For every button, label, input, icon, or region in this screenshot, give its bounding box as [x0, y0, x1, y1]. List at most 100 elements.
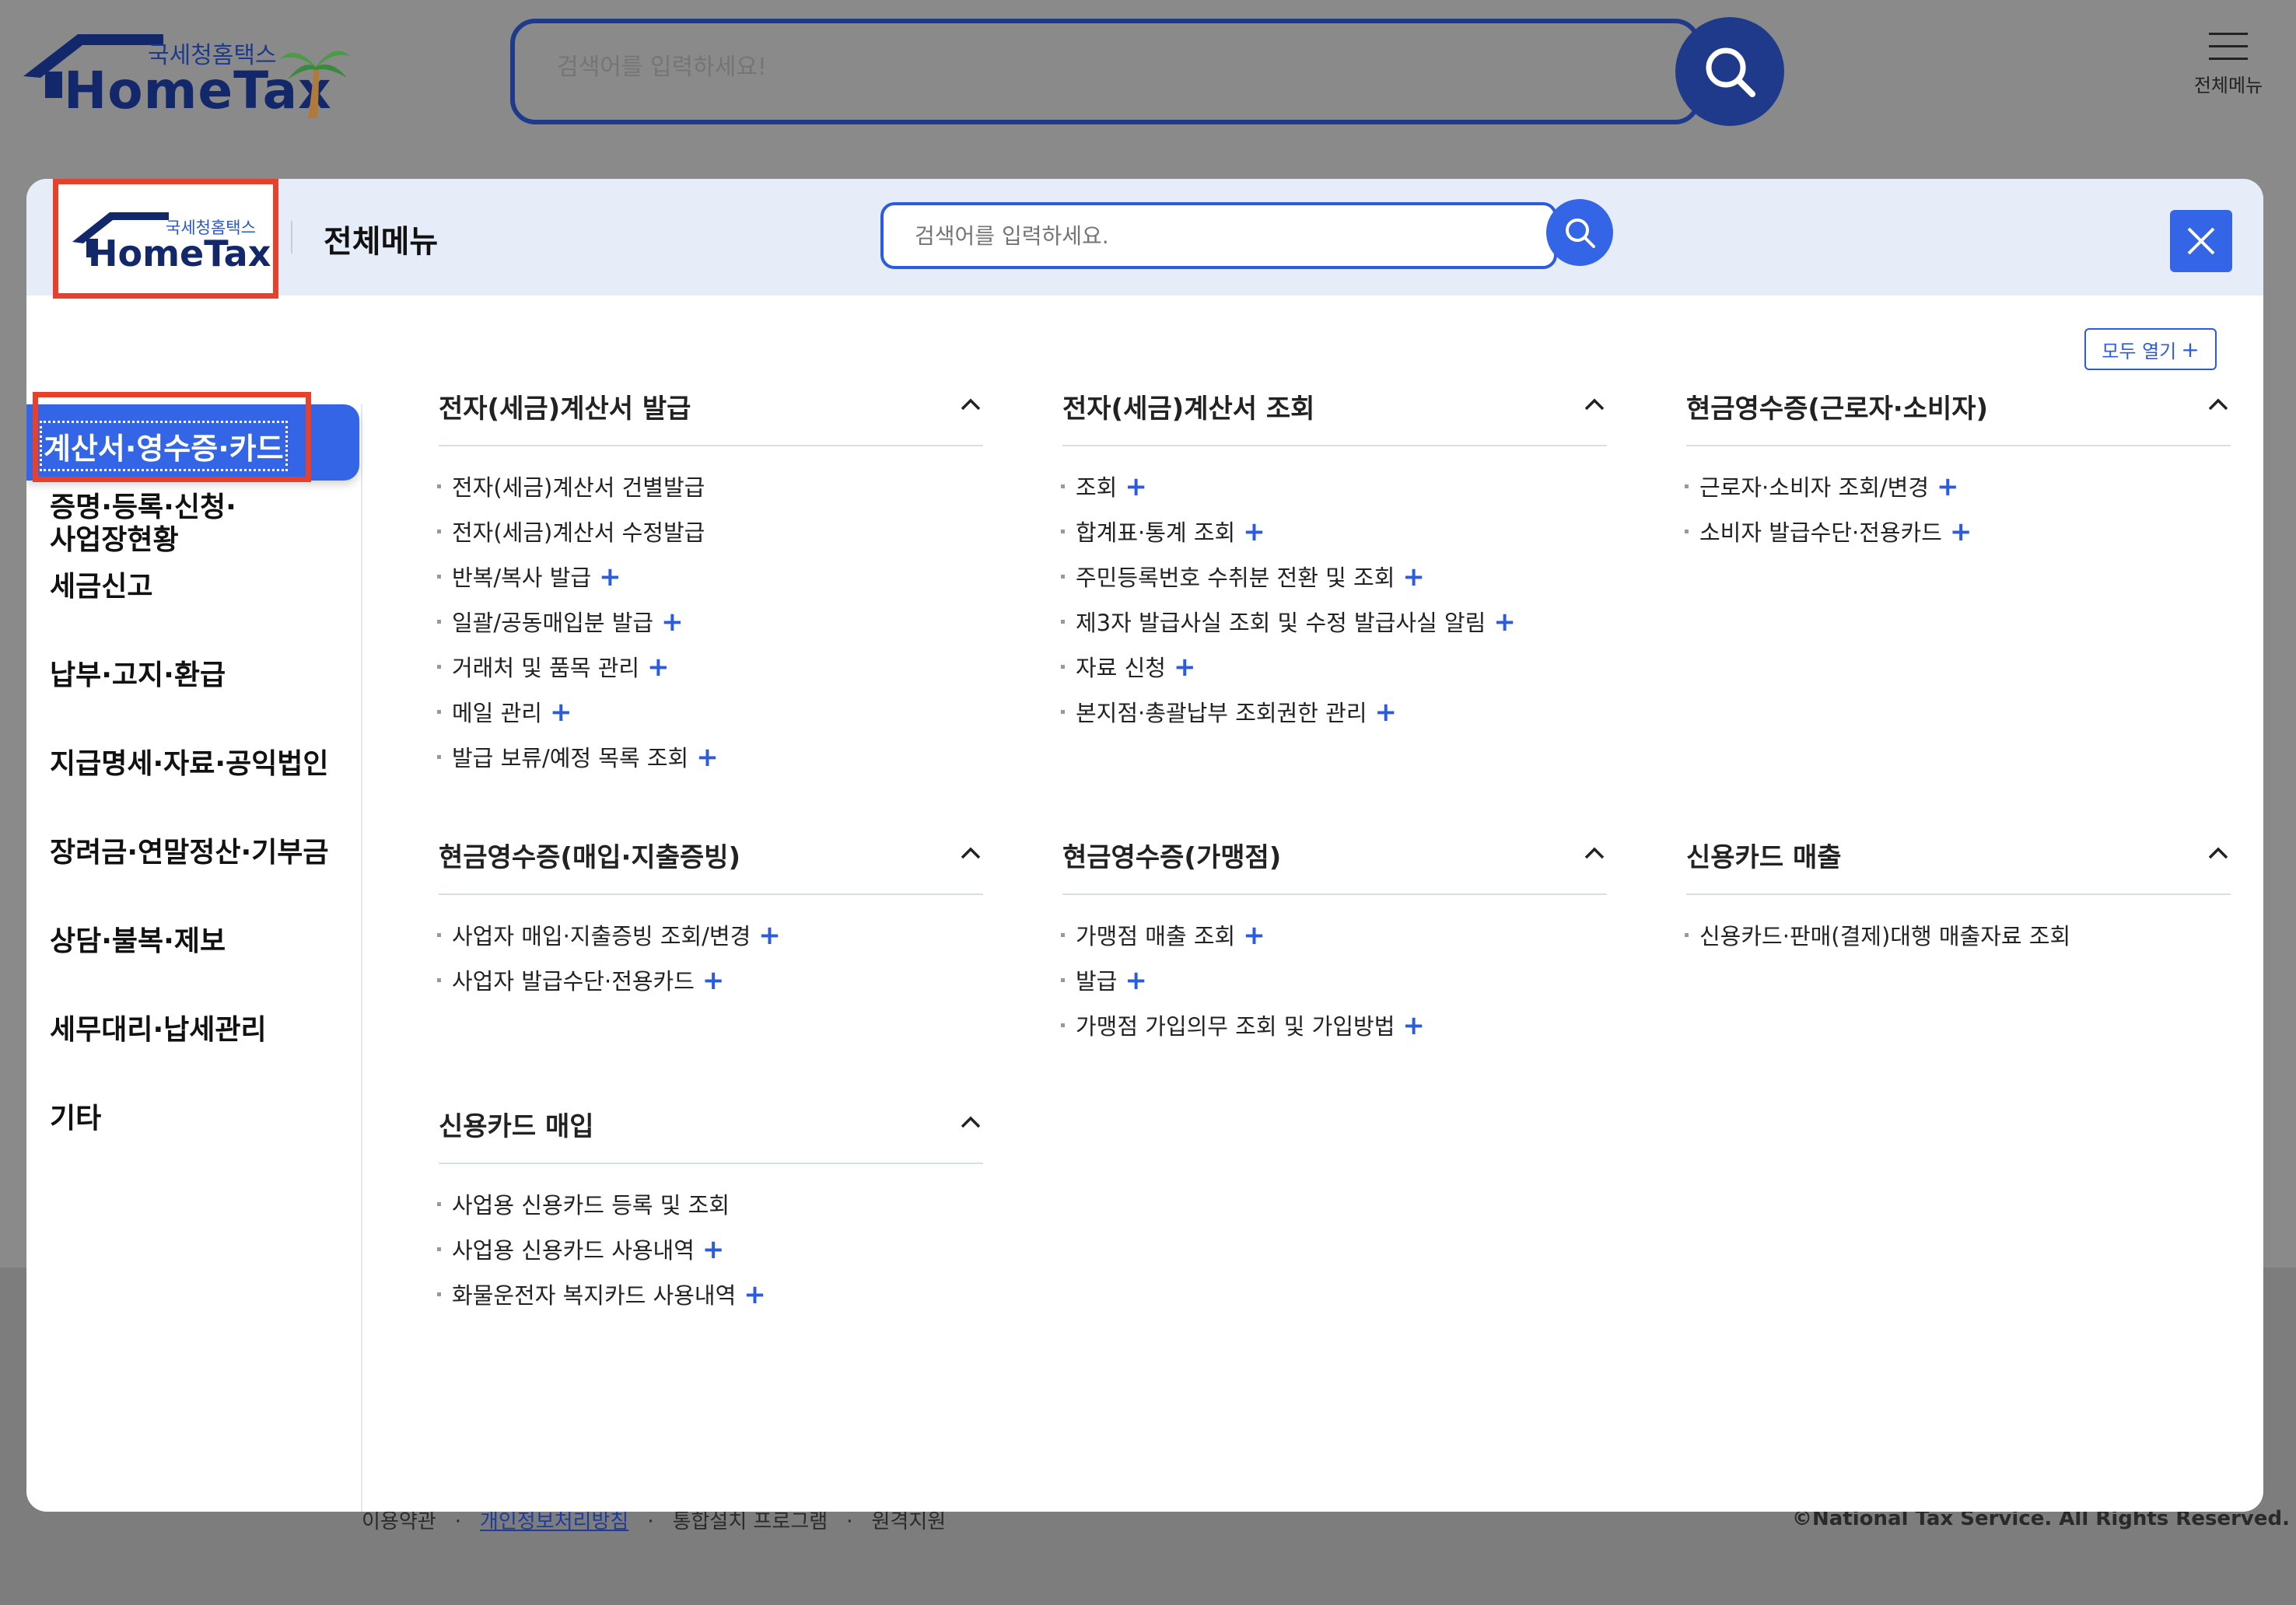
expand-plus-icon[interactable]: +: [696, 742, 719, 773]
menu-link-label: 소비자 발급수단·전용카드: [1699, 519, 1942, 546]
modal-search-input[interactable]: [913, 222, 1507, 250]
expand-plus-icon[interactable]: +: [1950, 516, 1972, 547]
menu-link[interactable]: 소비자 발급수단·전용카드 +: [1685, 515, 1972, 547]
menu-link[interactable]: 사업자 매입·지출증빙 조회/변경 +: [437, 918, 781, 951]
menu-link[interactable]: 발급 +: [1061, 963, 1147, 996]
sidebar-item-consult[interactable]: 상담·불복·제보: [50, 925, 226, 958]
background-search-box[interactable]: [510, 19, 1700, 124]
menu-link[interactable]: 메일 관리 +: [437, 695, 572, 728]
menu-link[interactable]: 사업자 발급수단·전용카드 +: [437, 963, 724, 996]
modal-search-button[interactable]: [1546, 199, 1613, 266]
section-title[interactable]: 현금영수증(가맹점): [1062, 836, 1281, 874]
search-icon: [1566, 219, 1595, 248]
menu-link[interactable]: 사업용 신용카드 사용내역 +: [437, 1233, 724, 1265]
expand-plus-icon[interactable]: +: [1125, 471, 1147, 502]
expand-plus-icon[interactable]: +: [647, 652, 670, 683]
bullet-icon: [1061, 574, 1065, 579]
section-title[interactable]: 신용카드 매입: [439, 1105, 594, 1143]
sidebar-item-label: 사업장현황: [50, 524, 179, 556]
expand-plus-icon[interactable]: +: [702, 965, 725, 996]
sidebar-item-active[interactable]: 계산서·영수증·카드: [26, 392, 359, 482]
expand-plus-icon[interactable]: +: [1402, 1010, 1425, 1041]
menu-link-label: 가맹점 가입의무 조회 및 가입방법: [1076, 1013, 1395, 1040]
section-divider: [439, 893, 983, 895]
bullet-icon: [1685, 484, 1689, 488]
expand-plus-icon[interactable]: +: [1493, 607, 1516, 638]
expand-plus-icon[interactable]: +: [599, 561, 621, 593]
background-search-button[interactable]: [1675, 17, 1784, 126]
menu-link[interactable]: 주민등록번호 수취분 전환 및 조회 +: [1061, 560, 1425, 593]
sidebar-item-etc[interactable]: 기타: [50, 1103, 101, 1135]
menu-link[interactable]: 신용카드·판매(결제)대행 매출자료 조회: [1685, 918, 2070, 951]
menu-link[interactable]: 거래처 및 품목 관리 +: [437, 650, 670, 683]
menu-link[interactable]: 가맹점 가입의무 조회 및 가입방법 +: [1061, 1009, 1425, 1041]
bullet-icon: [437, 1201, 441, 1206]
menu-link[interactable]: 전자(세금)계산서 수정발급: [437, 515, 705, 547]
expand-plus-icon[interactable]: +: [1375, 697, 1398, 728]
sidebar-item-agent[interactable]: 세무대리·납세관리: [50, 1014, 267, 1047]
menu-link[interactable]: 일괄/공동매입분 발급 +: [437, 605, 684, 638]
full-menu-button[interactable]: 전체메뉴: [2186, 31, 2271, 97]
expand-plus-icon[interactable]: +: [702, 1234, 725, 1265]
menu-link-label: 전자(세금)계산서 수정발급: [452, 519, 705, 546]
bullet-icon: [437, 1292, 441, 1296]
expand-plus-icon[interactable]: +: [550, 697, 572, 728]
chevron-up-icon[interactable]: [1584, 845, 1605, 861]
chevron-up-icon[interactable]: [960, 845, 982, 861]
expand-plus-icon[interactable]: +: [1402, 561, 1425, 593]
sidebar-item-tax-filing[interactable]: 세금신고: [50, 571, 152, 603]
menu-link[interactable]: 반복/복사 발급 +: [437, 560, 621, 593]
sidebar-item-certificate[interactable]: 증명·등록·신청· 사업장현황: [50, 491, 236, 557]
section-title[interactable]: 신용카드 매출: [1686, 836, 1842, 874]
section-title[interactable]: 현금영수증(매입·지출증빙): [439, 836, 740, 874]
modal-header: 국세청홈택스 HomeTax 전체메뉴: [26, 179, 2263, 299]
bullet-icon: [1685, 932, 1689, 937]
expand-plus-icon[interactable]: +: [744, 1279, 766, 1310]
modal-search-box[interactable]: [880, 202, 1557, 269]
hometax-logo[interactable]: 국세청홈택스 HomeTax: [23, 31, 358, 124]
menu-link[interactable]: 조회 +: [1061, 470, 1147, 502]
close-button[interactable]: [2170, 210, 2232, 272]
bullet-icon: [1061, 1023, 1065, 1027]
expand-plus-icon[interactable]: +: [1125, 965, 1147, 996]
chevron-up-icon[interactable]: [2207, 845, 2229, 861]
menu-link-label: 발급 보류/예정 목록 조회: [452, 745, 689, 771]
expand-plus-icon[interactable]: +: [1243, 920, 1265, 951]
menu-link[interactable]: 본지점·총괄납부 조회권한 관리 +: [1061, 695, 1397, 728]
menu-link-label: 조회: [1076, 474, 1118, 501]
sidebar-item-incentives[interactable]: 장려금·연말정산·기부금: [50, 837, 329, 869]
bullet-icon: [1061, 932, 1065, 937]
open-all-button[interactable]: 모두 열기 +: [2084, 328, 2217, 370]
section-title[interactable]: 전자(세금)계산서 조회: [1062, 387, 1314, 425]
expand-plus-icon[interactable]: +: [661, 607, 684, 638]
sidebar-item-payment[interactable]: 납부·고지·환급: [50, 659, 226, 692]
menu-link-label: 제3자 발급사실 조회 및 수정 발급사실 알림: [1076, 610, 1486, 636]
footer-link-terms[interactable]: 이용약관: [362, 1510, 436, 1533]
expand-plus-icon[interactable]: +: [1937, 471, 1959, 502]
footer-link-remote[interactable]: 원격지원: [871, 1510, 946, 1533]
section-title[interactable]: 현금영수증(근로자·소비자): [1686, 387, 1988, 425]
menu-link[interactable]: 자료 신청 +: [1061, 650, 1195, 683]
menu-link[interactable]: 가맹점 매출 조회 +: [1061, 918, 1265, 951]
menu-link[interactable]: 제3자 발급사실 조회 및 수정 발급사실 알림 +: [1061, 605, 1516, 638]
chevron-up-icon[interactable]: [960, 1114, 982, 1130]
footer-link-install[interactable]: 통합설치 프로그램: [673, 1510, 828, 1533]
expand-plus-icon[interactable]: +: [1243, 516, 1265, 547]
menu-link-label: 반복/복사 발급: [452, 565, 592, 591]
menu-link[interactable]: 사업용 신용카드 등록 및 조회: [437, 1187, 730, 1220]
section-title[interactable]: 전자(세금)계산서 발급: [439, 387, 691, 425]
footer-link-privacy[interactable]: 개인정보처리방침: [480, 1510, 628, 1533]
menu-link[interactable]: 발급 보류/예정 목록 조회 +: [437, 740, 719, 773]
menu-link[interactable]: 화물운전자 복지카드 사용내역 +: [437, 1278, 766, 1310]
modal-logo[interactable]: 국세청홈택스 HomeTax: [53, 179, 278, 299]
menu-link[interactable]: 전자(세금)계산서 건별발급: [437, 470, 705, 502]
expand-plus-icon[interactable]: +: [1174, 652, 1196, 683]
chevron-up-icon[interactable]: [960, 397, 982, 412]
chevron-up-icon[interactable]: [2207, 397, 2229, 412]
expand-plus-icon[interactable]: +: [758, 920, 781, 951]
background-search-input[interactable]: [555, 53, 1492, 82]
chevron-up-icon[interactable]: [1584, 397, 1605, 412]
menu-link[interactable]: 근로자·소비자 조회/변경 +: [1685, 470, 1959, 502]
sidebar-item-statements[interactable]: 지급명세·자료·공익법인: [50, 748, 329, 781]
menu-link[interactable]: 합계표·통계 조회 +: [1061, 515, 1265, 547]
